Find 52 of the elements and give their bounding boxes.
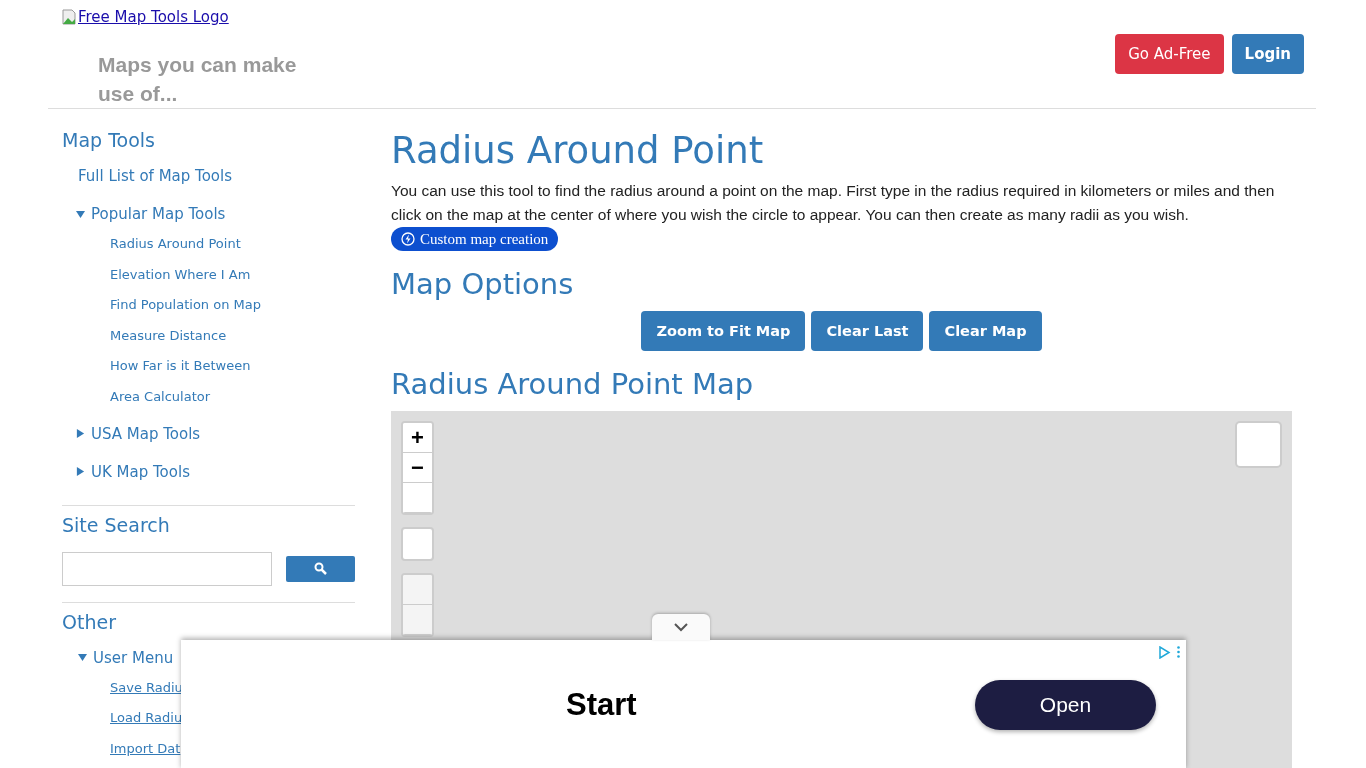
map-option-button[interactable]: Clear Map [929, 311, 1042, 351]
map-control-button[interactable] [403, 575, 432, 605]
sidebar-item-label: Popular Map Tools [91, 205, 226, 223]
layers-control[interactable] [1235, 421, 1282, 468]
search-button[interactable] [286, 555, 355, 582]
ad-choices-icon[interactable] [1158, 646, 1171, 659]
sidebar-item[interactable]: Full List of Map Tools [78, 165, 232, 187]
caret-down-icon [76, 209, 85, 219]
broken-image-icon [62, 9, 78, 25]
caret-right-icon [76, 467, 85, 477]
page-title: Radius Around Point [391, 129, 765, 173]
section-heading: Map Options [391, 266, 575, 303]
chevron-down-icon [673, 622, 689, 632]
sidebar-item-label: UK Map Tools [91, 462, 190, 481]
sidebar-item-label: USA Map Tools [91, 424, 201, 443]
caret-down-icon [78, 653, 87, 663]
section-heading: Site Search [62, 513, 171, 538]
custom-map-badge[interactable]: Custom map creation [391, 227, 559, 251]
ad-headline: Start [566, 687, 637, 723]
section-heading: Other [62, 610, 117, 635]
section-heading: Map Tools [62, 129, 156, 153]
collapse-tab[interactable] [652, 614, 710, 640]
header-button[interactable]: Go Ad-Free [1115, 34, 1224, 74]
map-option-button[interactable]: Clear Last [811, 311, 924, 351]
sidebar-link[interactable]: How Far is it Between [110, 351, 251, 382]
header-button[interactable]: Login [1231, 34, 1304, 74]
logo-link[interactable]: Free Map Tools Logo [62, 8, 328, 26]
sidebar-item[interactable]: User Menu [78, 646, 174, 669]
sidebar-link[interactable]: Measure Distance [110, 320, 227, 352]
sidebar-link[interactable]: Radius Around Point [110, 229, 241, 260]
sidebar-link[interactable]: Area Calculator [110, 381, 211, 413]
site-tagline: Maps you can make use of... [98, 52, 298, 107]
section-heading: Radius Around Point Map [391, 366, 755, 403]
search-field[interactable] [62, 551, 272, 586]
sidebar-link[interactable]: Import Dat [110, 733, 181, 765]
sidebar-item-label: User Menu [93, 648, 174, 667]
search-icon [314, 562, 327, 576]
sidebar-item[interactable]: UK Map Tools [76, 460, 190, 483]
description-text: You can use this tool to find the radius around a point on the map. First type in the radius required in kilometers or miles and then click on the map at the center of where you wish the circle to appear. You can then create as many radii as you wish. [391, 181, 1276, 225]
sidebar-item[interactable]: Popular Map Tools [76, 203, 226, 225]
sidebar-item[interactable]: USA Map Tools [76, 422, 201, 445]
map-control-button[interactable] [401, 527, 434, 561]
sidebar-link[interactable]: Find Population on Map [110, 290, 261, 321]
open-button[interactable]: Open [975, 680, 1156, 730]
map-control-button[interactable] [403, 605, 432, 635]
lightning-icon [401, 232, 415, 246]
zoom-in-button[interactable]: + [403, 423, 432, 453]
sidebar-link[interactable]: Elevation Where I Am [110, 259, 251, 291]
caret-right-icon [76, 429, 85, 439]
map-option-button[interactable]: Zoom to Fit Map [641, 311, 806, 351]
sidebar-link[interactable]: Load Radiu [110, 703, 183, 734]
more-icon[interactable] [1177, 646, 1180, 658]
